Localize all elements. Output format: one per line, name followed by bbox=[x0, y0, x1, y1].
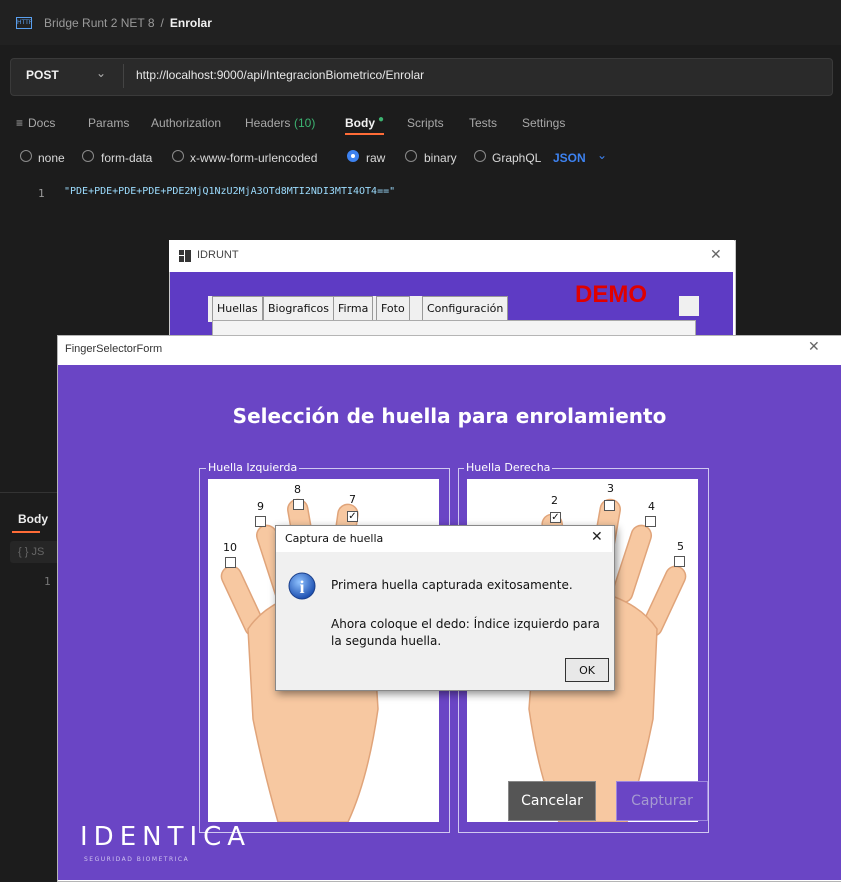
finger-number-7: 7 bbox=[349, 493, 356, 506]
tab-settings[interactable]: Settings bbox=[522, 116, 565, 130]
finger-number-10: 10 bbox=[223, 541, 237, 554]
finger-checkbox-9[interactable] bbox=[255, 516, 266, 527]
url-divider bbox=[123, 64, 124, 88]
dialog-titlebar[interactable]: Captura de huella ✕ bbox=[276, 526, 612, 552]
finger-number-8: 8 bbox=[294, 483, 301, 496]
info-icon: i bbox=[288, 572, 316, 600]
radio-urlencoded[interactable] bbox=[172, 150, 184, 162]
idrunt-titlebar[interactable]: IDRUNT ✕ bbox=[169, 240, 734, 272]
finger-number-4: 4 bbox=[648, 500, 655, 513]
radio-binary-label: binary bbox=[424, 151, 457, 165]
active-tab-indicator bbox=[345, 133, 384, 135]
window-title: FingerSelectorForm bbox=[65, 343, 163, 355]
capture-button[interactable]: Capturar bbox=[616, 781, 708, 821]
response-format-select[interactable]: { } JS bbox=[10, 541, 64, 563]
chevron-down-icon[interactable]: ⌄ bbox=[96, 66, 106, 80]
breadcrumb-request[interactable]: Enrolar bbox=[170, 16, 212, 30]
dialog-title: Captura de huella bbox=[285, 532, 384, 545]
radio-none-label: none bbox=[38, 151, 65, 165]
code-line[interactable]: "PDE+PDE+PDE+PDE+PDE2MjQ1NzU2MjA3OTd8MTI… bbox=[64, 186, 395, 197]
close-icon[interactable]: ✕ bbox=[710, 246, 722, 263]
tab-biograficos[interactable]: Biograficos bbox=[263, 296, 335, 321]
finger-number-9: 9 bbox=[257, 500, 264, 513]
finger-checkbox-8[interactable] bbox=[293, 499, 304, 510]
dialog-message: Primera huella capturada exitosamente. bbox=[331, 578, 573, 592]
close-icon[interactable]: ✕ bbox=[591, 529, 603, 545]
tab-configuracion[interactable]: Configuración bbox=[422, 296, 509, 321]
tab-params[interactable]: Params bbox=[88, 116, 129, 130]
finger-checkbox-2[interactable]: ✓ bbox=[550, 512, 561, 523]
finger-checkbox-5[interactable] bbox=[674, 556, 685, 567]
finger-checkbox-10[interactable] bbox=[225, 557, 236, 568]
radio-binary[interactable] bbox=[405, 150, 417, 162]
radio-raw-label: raw bbox=[366, 151, 386, 165]
response-line-number: 1 bbox=[44, 575, 51, 588]
idrunt-side-box bbox=[679, 296, 699, 316]
docs-icon: ≡ bbox=[16, 116, 24, 130]
tab-docs[interactable]: Docs bbox=[28, 116, 55, 130]
finger-number-3: 3 bbox=[607, 482, 614, 495]
tab-huellas[interactable]: Huellas bbox=[212, 296, 263, 322]
finger-checkbox-4[interactable] bbox=[645, 516, 656, 527]
idrunt-title: IDRUNT bbox=[197, 249, 239, 261]
request-tabs: ≡ Docs Params Authorization Headers (10)… bbox=[0, 110, 841, 136]
finger-checkbox-7[interactable]: ✓ bbox=[347, 511, 358, 522]
tab-body[interactable]: Body bbox=[345, 116, 375, 130]
radio-none[interactable] bbox=[20, 150, 32, 162]
url-input[interactable]: http://localhost:9000/api/IntegracionBio… bbox=[136, 68, 424, 82]
radio-raw[interactable] bbox=[347, 150, 359, 162]
finger-checkbox-3[interactable] bbox=[604, 500, 615, 511]
body-mode-options: none form-data x-www-form-urlencoded raw… bbox=[0, 146, 841, 170]
ok-button[interactable]: OK bbox=[565, 658, 609, 682]
app-icon bbox=[179, 250, 191, 262]
idrunt-tabs: Huellas Biograficos Firma Foto Configura… bbox=[208, 296, 509, 322]
http-icon: HTTP bbox=[16, 16, 32, 29]
response-tab-indicator bbox=[12, 531, 40, 533]
identica-tagline: SEGURIDAD BIOMETRICA bbox=[84, 856, 190, 863]
line-number: 1 bbox=[38, 187, 45, 200]
tab-authorization[interactable]: Authorization bbox=[151, 116, 221, 130]
tab-foto[interactable]: Foto bbox=[376, 296, 410, 321]
finger-number-5: 5 bbox=[677, 540, 684, 553]
close-icon[interactable]: ✕ bbox=[808, 338, 820, 355]
svg-text:i: i bbox=[299, 577, 304, 597]
response-tab-body[interactable]: Body bbox=[18, 512, 48, 526]
breadcrumb-collection[interactable]: Bridge Runt 2 NET 8 bbox=[44, 16, 155, 30]
left-hand-group-label: Huella Izquierda bbox=[206, 461, 300, 474]
right-hand-group-label: Huella Derecha bbox=[464, 461, 553, 474]
tab-scripts[interactable]: Scripts bbox=[407, 116, 444, 130]
identica-logo: IDENTICA bbox=[80, 822, 252, 852]
tab-firma[interactable]: Firma bbox=[333, 296, 374, 321]
tab-tests[interactable]: Tests bbox=[469, 116, 497, 130]
demo-label: DEMO bbox=[575, 281, 647, 308]
format-select[interactable]: JSON bbox=[553, 151, 586, 165]
dialog-instruction: Ahora coloque el dedo: Índice izquierdo … bbox=[331, 617, 600, 648]
tab-headers[interactable]: Headers bbox=[245, 116, 290, 130]
cancel-button[interactable]: Cancelar bbox=[508, 781, 596, 821]
body-dot-icon: ● bbox=[378, 114, 385, 125]
radio-urlencoded-label: x-www-form-urlencoded bbox=[190, 151, 318, 165]
headers-count: (10) bbox=[294, 116, 316, 130]
radio-form-data-label: form-data bbox=[101, 151, 153, 165]
breadcrumb-separator: / bbox=[160, 15, 164, 30]
page-title: Selección de huella para enrolamiento bbox=[232, 404, 667, 428]
chevron-down-icon[interactable]: ⌄ bbox=[597, 148, 607, 162]
finger-number-2: 2 bbox=[551, 494, 558, 507]
radio-graphql-label: GraphQL bbox=[492, 151, 542, 165]
radio-form-data[interactable] bbox=[82, 150, 94, 162]
method-select[interactable]: POST bbox=[26, 68, 59, 82]
radio-graphql[interactable] bbox=[474, 150, 486, 162]
breadcrumb: HTTP Bridge Runt 2 NET 8 / Enrolar bbox=[0, 0, 841, 45]
